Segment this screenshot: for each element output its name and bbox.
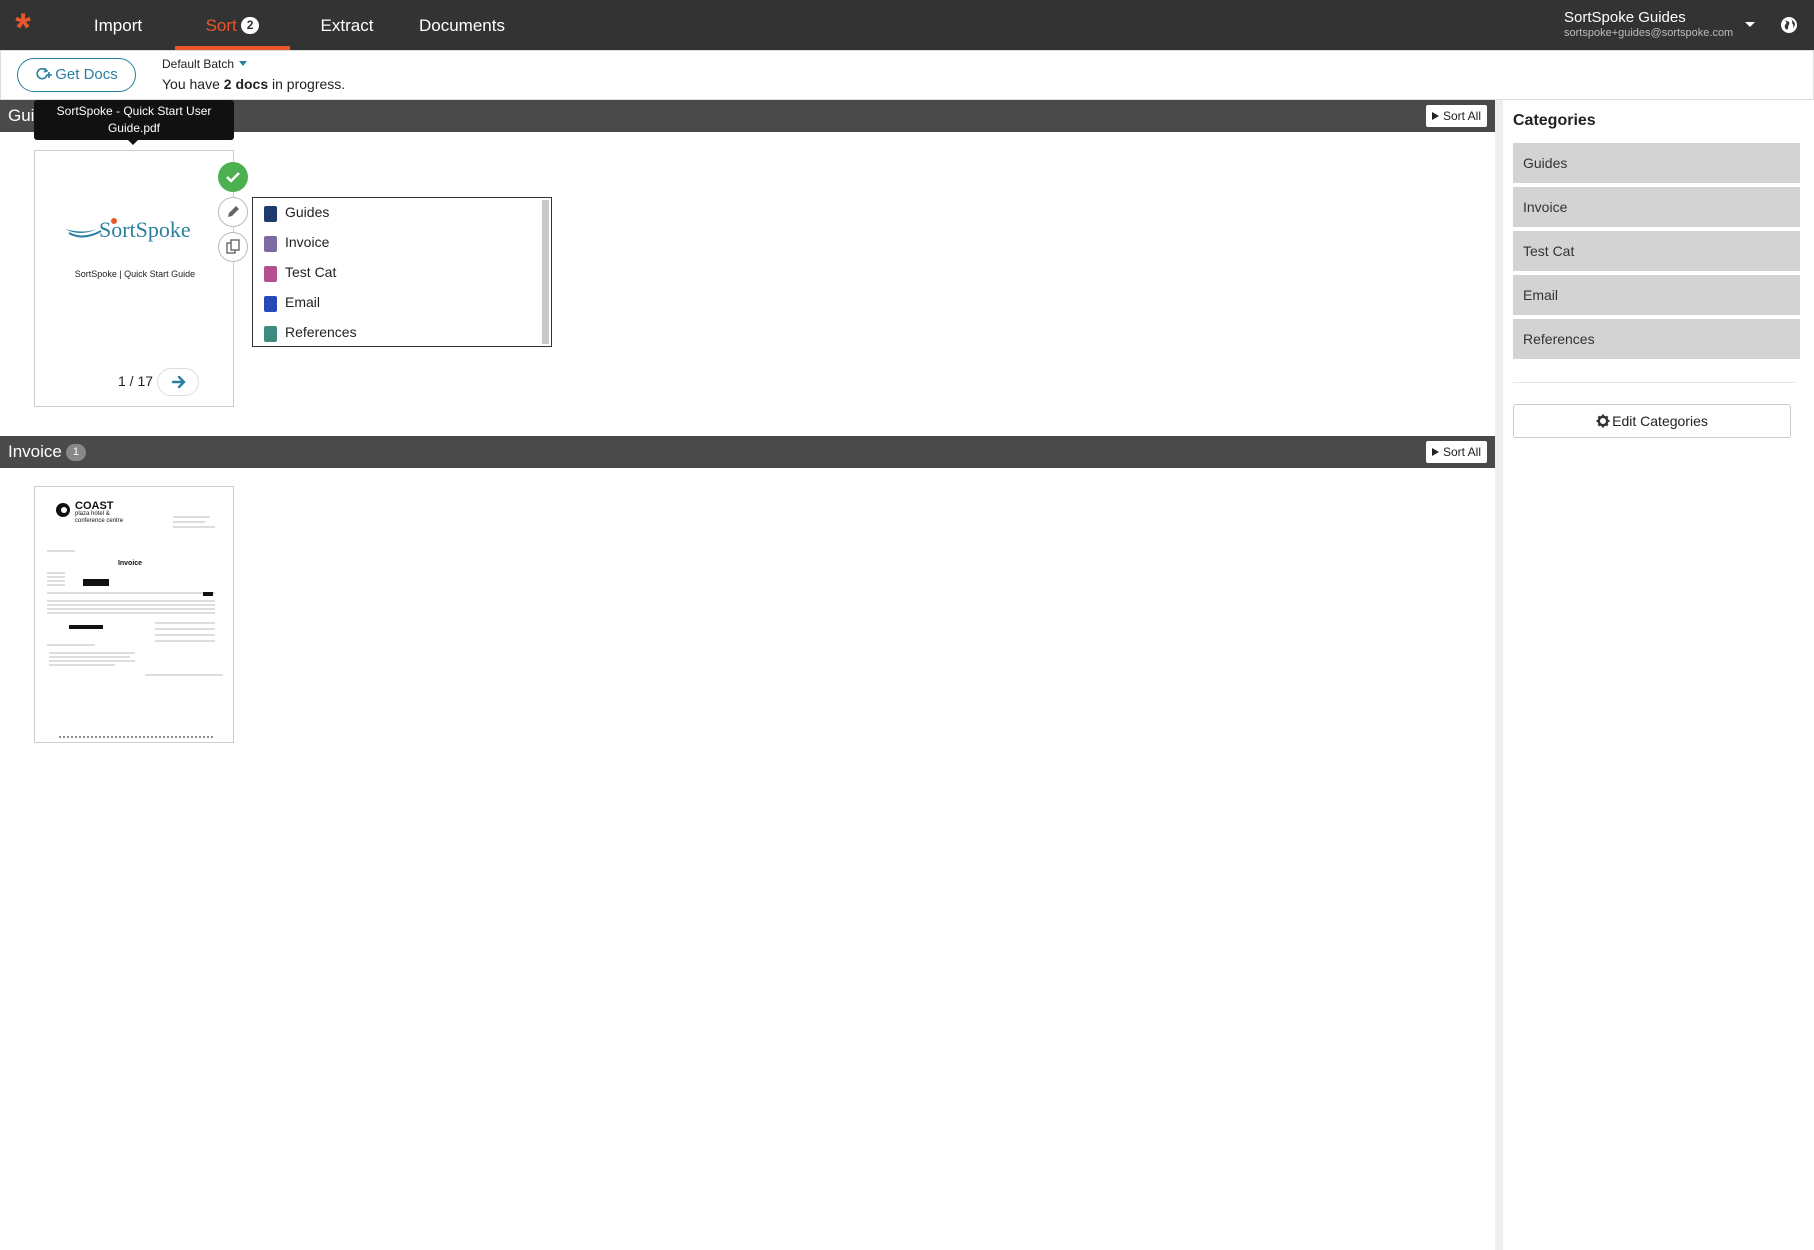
docs-in-progress-count: 2 docs [223,76,269,92]
next-page-button[interactable] [157,368,199,396]
category-option-email[interactable]: Email [253,288,541,318]
category-color-swatch [264,296,277,312]
category-color-swatch [264,266,277,282]
sidebar-divider [1513,382,1795,383]
categories-sidebar: Categories Guides Invoice Test Cat Email… [1503,100,1814,1250]
arrow-right-icon [171,375,186,389]
document-name-tooltip: SortSpoke - Quick Start User Guide.pdf [34,100,234,145]
tab-documents[interactable]: Documents [410,0,514,50]
progress-message: You have 2 docs in progress. [162,76,346,92]
copy-icon [226,239,240,254]
group-header-invoice: Invoice 1 Sort All [0,436,1495,468]
document-thumbnail-invoice[interactable]: COAST plaza hotel & conference centre In… [34,486,234,743]
page-indicator: 1 / 17 [118,373,154,389]
globe-icon[interactable] [1780,16,1798,34]
sidebar-item-invoice[interactable]: Invoice [1513,187,1800,227]
confirm-category-button[interactable] [218,162,248,192]
refresh-plus-icon [36,67,53,80]
batch-selector[interactable]: Default Batch [162,57,248,71]
thumb-brand-sub2: conference centre [75,518,124,524]
thumb-caption: SortSpoke | Quick Start Guide [74,269,196,279]
tab-extract[interactable]: Extract [310,0,384,50]
sort-main-area: Guides Sort All SortSpoke SortSpoke | Qu… [0,100,1495,1250]
tab-import[interactable]: Import [80,0,156,50]
sort-count-badge: 2 [240,17,260,34]
play-icon [1431,448,1439,456]
group-count-badge: 1 [65,444,86,461]
sidebar-item-test-cat[interactable]: Test Cat [1513,231,1800,271]
edit-categories-button[interactable]: Edit Categories [1513,404,1791,438]
check-icon [226,172,240,183]
play-icon [1431,112,1439,120]
tab-sort[interactable]: Sort 2 [175,0,290,50]
get-docs-button[interactable]: Get Docs [17,58,136,92]
group-title: Invoice 1 [8,442,86,462]
thumb-logo-text: SortSpoke [99,217,191,242]
thumb-heading: Invoice [117,560,143,567]
user-menu-caret-icon[interactable] [1745,22,1755,27]
gear-icon [1596,414,1610,428]
sidebar-title: Categories [1513,112,1596,129]
category-option-guides[interactable]: Guides [253,198,541,228]
category-color-swatch [264,206,277,222]
category-option-test-cat[interactable]: Test Cat [253,258,541,288]
sidebar-item-guides[interactable]: Guides [1513,143,1800,183]
sortspoke-logo-icon[interactable]: * [10,8,36,48]
guide-page-preview [65,218,210,371]
thumb-brand-sub1: plaza hotel & [75,511,110,517]
invoice-page-preview [47,503,223,738]
user-email: sortspoke+guides@sortspoke.com [1564,27,1734,39]
category-select-list[interactable]: Guides Invoice Test Cat Email References [252,197,552,347]
user-name[interactable]: SortSpoke Guides [1564,9,1686,26]
document-thumbnail-guide[interactable]: SortSpoke SortSpoke | Quick Start Guide … [34,150,234,407]
sort-all-button[interactable]: Sort All [1425,105,1487,127]
main-scrollbar[interactable] [1495,100,1503,1250]
sort-subheader: Get Docs Default Batch You have 2 docs i… [0,50,1814,100]
top-navbar: * Import Sort 2 Extract Documents SortSpo… [0,0,1814,50]
category-color-swatch [264,326,277,342]
sidebar-item-references[interactable]: References [1513,319,1800,359]
category-option-references[interactable]: References [253,318,541,348]
category-color-swatch [264,236,277,252]
category-option-invoice[interactable]: Invoice [253,228,541,258]
edit-document-button[interactable] [218,197,248,227]
batch-caret-icon [239,61,248,66]
sidebar-item-email[interactable]: Email [1513,275,1800,315]
sort-all-button[interactable]: Sort All [1425,441,1487,463]
pencil-icon [228,206,239,217]
category-list-scrollbar[interactable] [542,200,549,344]
split-document-button[interactable] [218,232,248,262]
